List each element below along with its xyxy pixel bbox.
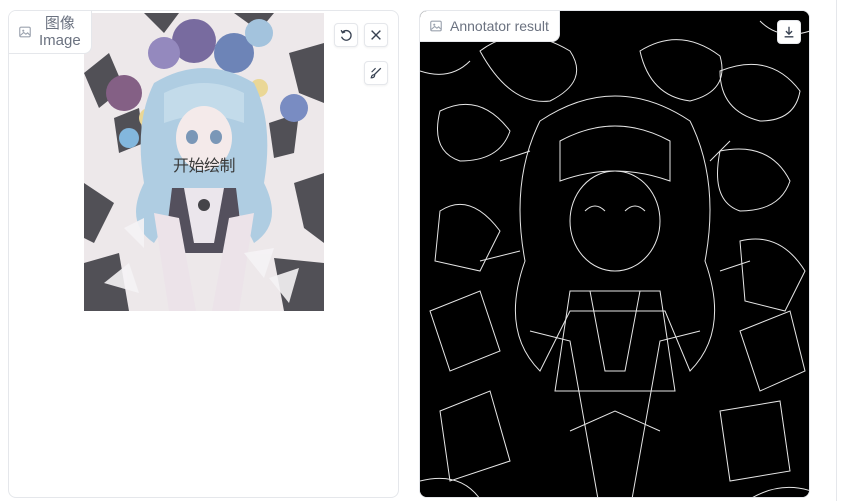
download-icon [784,26,794,38]
start-drawing-hint: 开始绘制 [172,156,236,175]
image-icon [430,20,442,32]
brush-icon [370,67,382,79]
input-image-label: 图像 Image [9,11,92,54]
panel-divider [836,0,837,501]
input-label-en: Image [39,32,81,49]
brush-button[interactable] [364,61,388,85]
image-icon [19,26,31,38]
undo-button[interactable] [334,23,358,47]
close-icon [371,30,381,40]
input-image-panel: 图像 Image 开始绘制 [8,10,399,498]
annotator-result-panel: Annotator result [419,10,810,498]
annotator-result-title: Annotator result [450,18,549,34]
input-label-zh: 图像 [44,15,75,32]
clear-button[interactable] [364,23,388,47]
download-button[interactable] [777,20,801,44]
undo-icon [340,29,352,41]
annotator-result-label: Annotator result [420,11,560,42]
edge-map-image [420,11,809,497]
